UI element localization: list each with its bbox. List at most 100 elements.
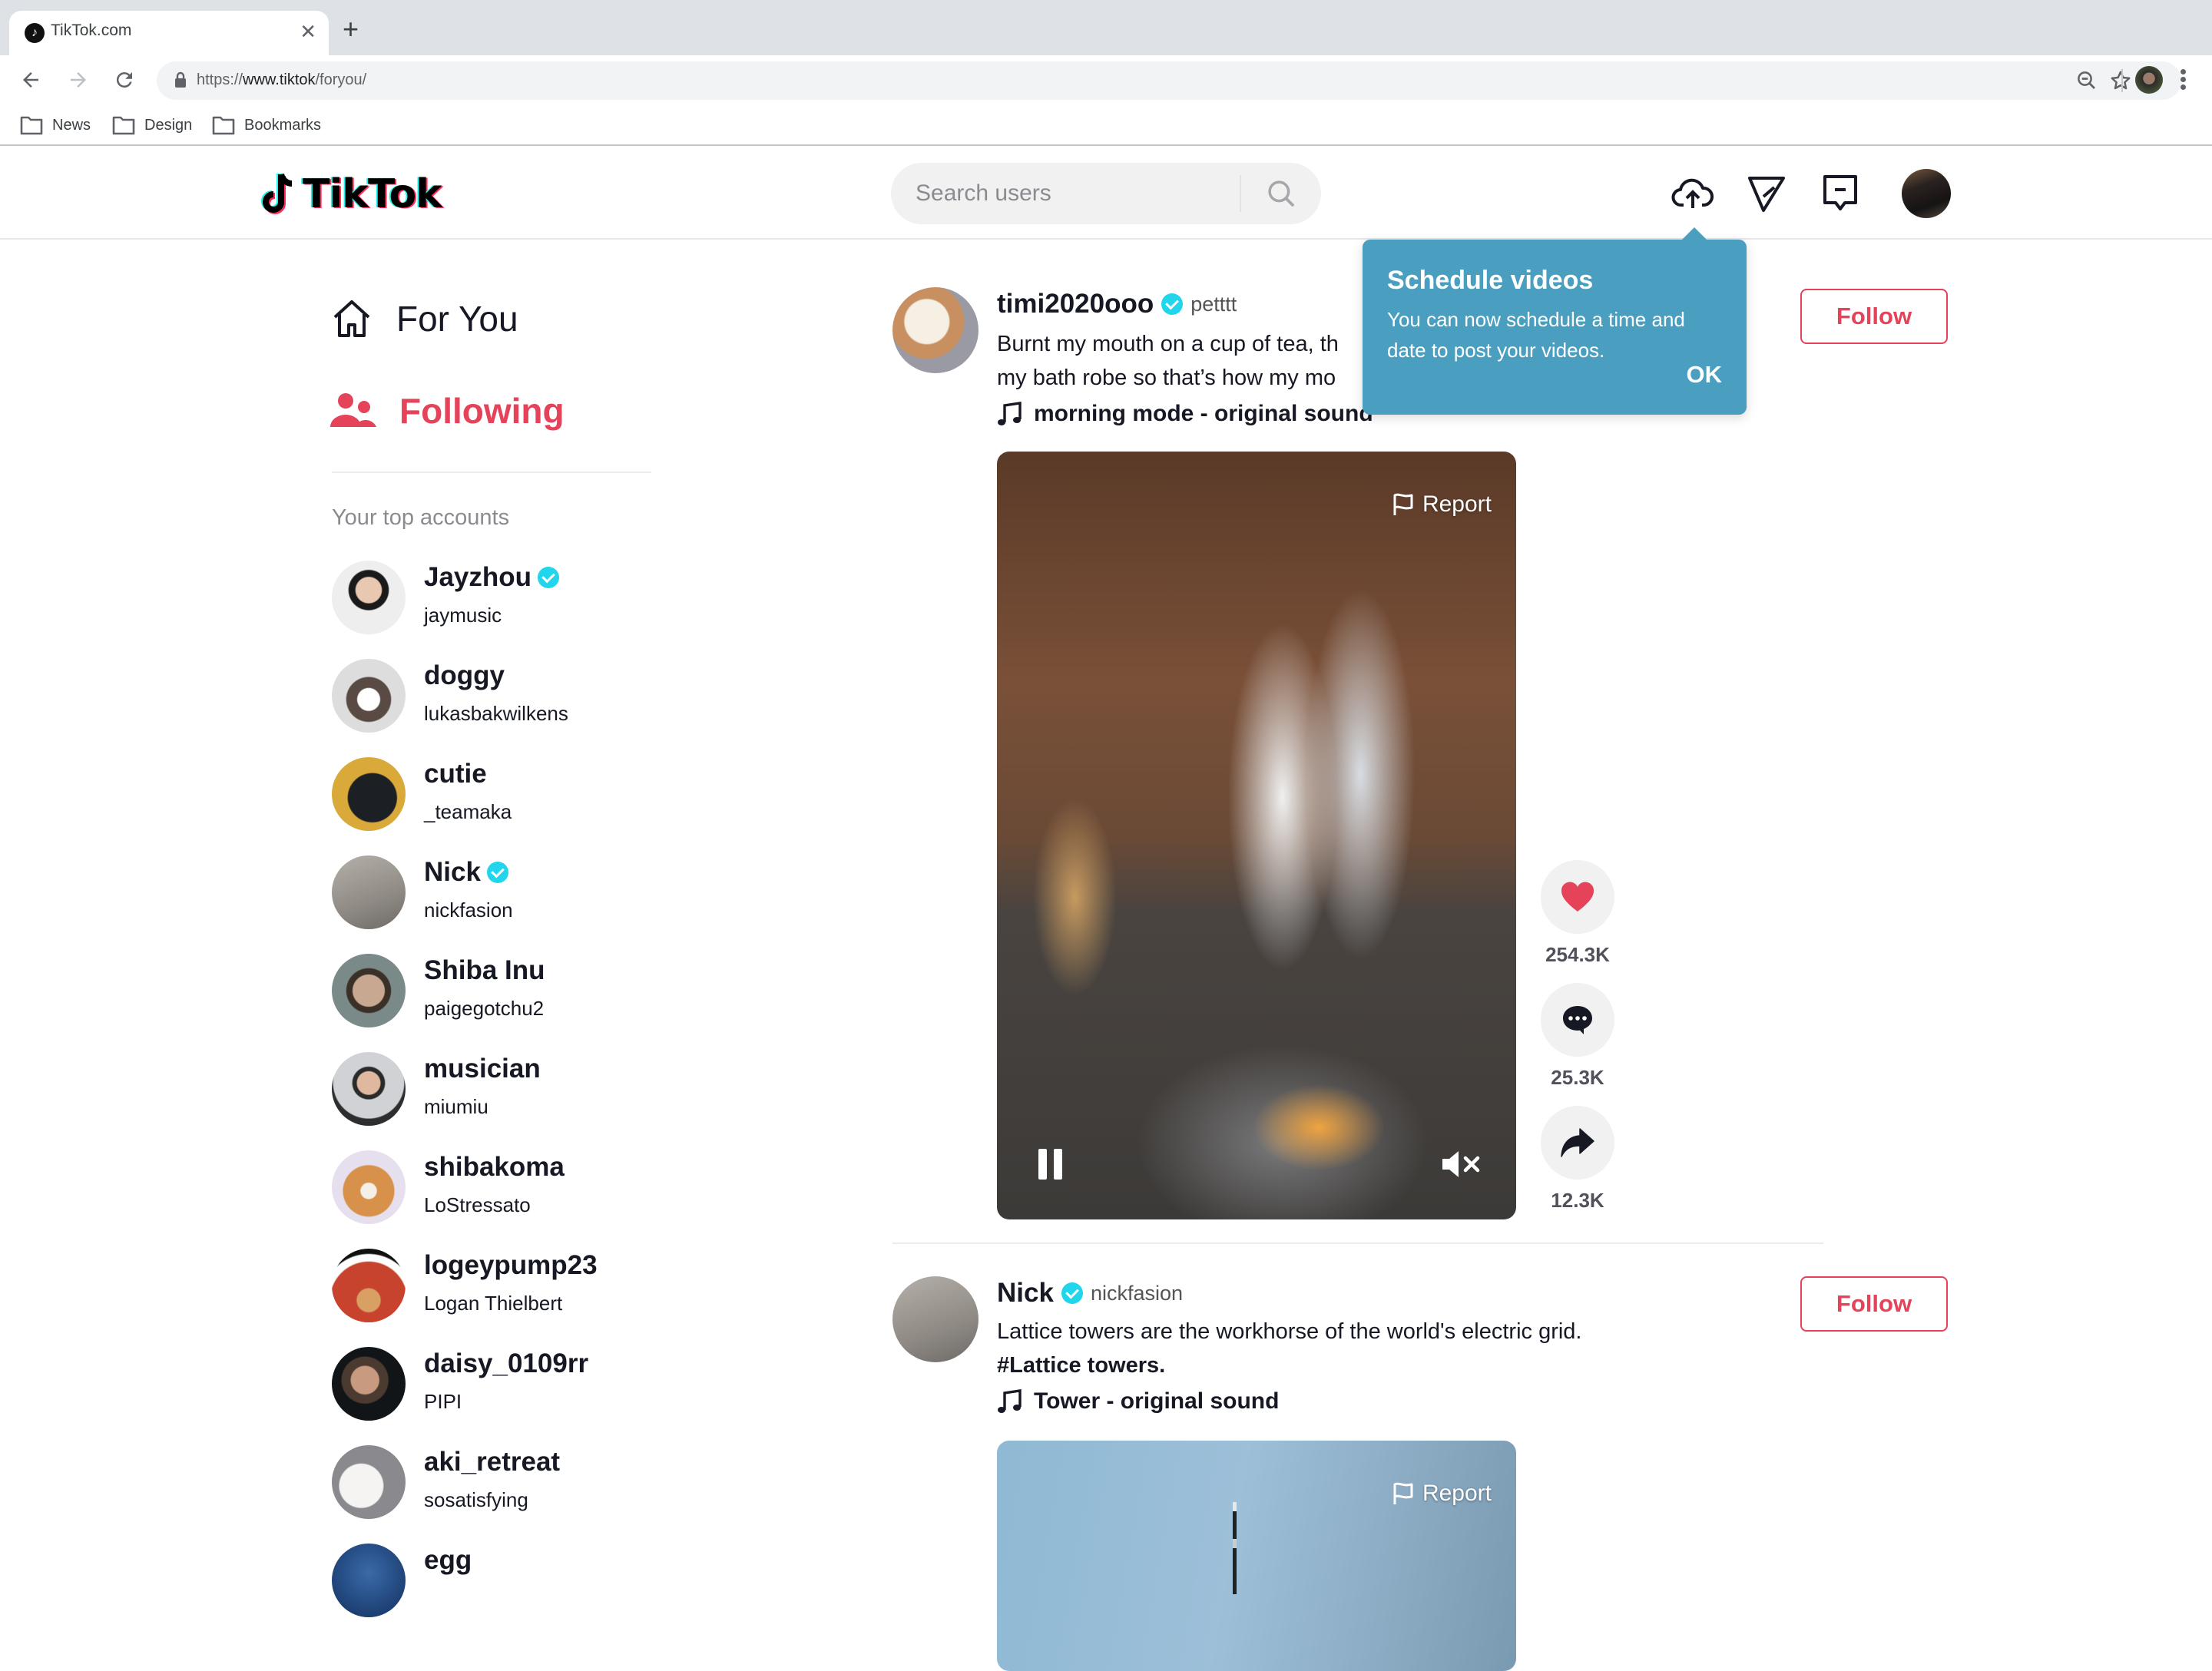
tooltip-body: You can now schedule a time and date to …	[1387, 308, 1685, 362]
tiktok-favicon-icon: ♪	[25, 23, 45, 43]
post-author-avatar[interactable]	[892, 1276, 979, 1362]
report-button[interactable]: Report	[1392, 1481, 1492, 1507]
post-handle[interactable]: petttt	[1190, 293, 1237, 316]
profile-avatar[interactable]	[1902, 169, 1951, 218]
account-item[interactable]: shibakoma LoStressato	[332, 1150, 654, 1227]
send-icon	[1748, 177, 1785, 212]
avatar	[332, 757, 406, 831]
avatar	[332, 659, 406, 733]
search-button[interactable]	[1252, 172, 1310, 215]
music-note-icon	[998, 1389, 1022, 1413]
video-player[interactable]: Report	[997, 1441, 1516, 1671]
like-count: 254.3K	[1545, 943, 1610, 966]
inbox-button[interactable]	[1817, 170, 1863, 217]
messages-button[interactable]	[1743, 170, 1790, 217]
avatar	[332, 1445, 406, 1519]
share-arrow-icon	[1561, 1128, 1594, 1157]
post-username[interactable]: timi2020ooo	[997, 289, 1154, 319]
toolbar-separator	[2121, 69, 2123, 92]
account-item[interactable]: Jayzhou jaymusic	[332, 561, 654, 637]
post-music-link[interactable]: morning mode - original sound	[997, 401, 1373, 427]
heart-icon	[1561, 882, 1594, 912]
share-action: 12.3K	[1541, 1106, 1614, 1213]
like-action: 254.3K	[1541, 860, 1614, 967]
post-header: timi2020ooo petttt	[997, 289, 1237, 319]
report-button[interactable]: Report	[1392, 491, 1492, 518]
avatar	[332, 561, 406, 634]
search-separator	[1240, 175, 1241, 212]
tab-close-icon[interactable]: ✕	[300, 20, 316, 43]
flag-icon	[1393, 493, 1413, 515]
verified-badge-icon	[486, 862, 508, 883]
sidebar-item-label: Following	[399, 391, 565, 431]
post-header: Nick nickfasion	[997, 1278, 1183, 1309]
reload-icon[interactable]	[108, 63, 141, 97]
hashtag-link[interactable]: #Lattice towers.	[997, 1348, 1581, 1382]
search-box	[891, 163, 1321, 224]
sidebar-item-for-you[interactable]: For You	[330, 298, 518, 339]
account-item[interactable]: daisy_0109rr PIPI	[332, 1347, 654, 1424]
bookmark-news[interactable]: News	[20, 115, 91, 135]
browser-menu-icon[interactable]	[2178, 68, 2187, 92]
post-username[interactable]: Nick	[997, 1278, 1054, 1309]
top-accounts-heading: Your top accounts	[332, 505, 510, 530]
new-tab-icon[interactable]: +	[343, 15, 359, 43]
follow-button[interactable]: Follow	[1800, 1276, 1948, 1332]
tooltip-title: Schedule videos	[1387, 266, 1594, 295]
verified-badge-icon	[1161, 293, 1184, 315]
tooltip-ok-button[interactable]: OK	[1687, 361, 1723, 389]
account-item[interactable]: egg	[332, 1544, 654, 1620]
post-caption: Lattice towers are the workhorse of the …	[997, 1315, 1581, 1382]
verified-badge-icon	[538, 567, 560, 588]
browser-tab[interactable]: ♪ TikTok.com ✕	[9, 11, 329, 55]
sidebar-item-following[interactable]: Following	[330, 390, 565, 432]
comment-icon	[1563, 1006, 1592, 1034]
post-music-link[interactable]: Tower - original sound	[997, 1388, 1279, 1415]
schedule-videos-tooltip: Schedule videos You can now schedule a t…	[1363, 227, 1747, 415]
post-handle[interactable]: nickfasion	[1091, 1282, 1183, 1305]
browser-profile-avatar[interactable]	[2135, 66, 2163, 94]
bookmark-design[interactable]: Design	[112, 115, 192, 135]
account-item[interactable]: logeypump23 Logan Thielbert	[332, 1249, 654, 1325]
share-button[interactable]	[1541, 1106, 1614, 1180]
users-icon	[330, 393, 376, 427]
account-item[interactable]: Shiba Inu paigegotchu2	[332, 954, 654, 1031]
avatar	[332, 855, 406, 929]
feed-divider	[892, 1242, 1823, 1244]
search-icon	[1268, 180, 1294, 207]
account-item[interactable]: aki_retreat sosatisfying	[332, 1445, 654, 1522]
like-button[interactable]	[1541, 860, 1614, 934]
sidebar-item-label: For You	[396, 299, 518, 339]
home-icon	[333, 300, 370, 337]
account-item[interactable]: Nick nickfasion	[332, 855, 654, 932]
account-item[interactable]: musician miumiu	[332, 1052, 654, 1129]
bookmark-star-icon[interactable]	[2109, 69, 2132, 92]
tiktok-logo[interactable]: TikTok	[261, 169, 442, 220]
tab-title: TikTok.com	[51, 22, 132, 39]
zoom-out-icon[interactable]	[2075, 69, 2098, 92]
browser-tab-strip: ♪ TikTok.com ✕ +	[0, 0, 2212, 55]
url-text: https://www.tiktok/foryou/	[197, 71, 367, 88]
video-player[interactable]: Report	[997, 452, 1516, 1219]
folder-icon	[20, 116, 43, 135]
search-input[interactable]	[916, 177, 1253, 210]
mute-icon[interactable]	[1441, 1149, 1482, 1180]
avatar	[332, 1249, 406, 1322]
sidebar-divider	[332, 472, 651, 473]
bookmark-bookmarks[interactable]: Bookmarks	[212, 115, 321, 135]
lock-icon	[175, 71, 186, 88]
avatar	[332, 1052, 406, 1126]
upload-button[interactable]	[1670, 170, 1716, 217]
back-icon[interactable]	[14, 63, 48, 97]
address-bar[interactable]: https://www.tiktok/foryou/	[157, 61, 2181, 100]
tower-mast	[1233, 1502, 1237, 1594]
account-item[interactable]: doggy lukasbakwilkens	[332, 659, 654, 736]
comment-button[interactable]	[1541, 983, 1614, 1057]
folder-icon	[212, 116, 235, 135]
forward-icon[interactable]	[61, 63, 95, 97]
account-item[interactable]: cutie _teamaka	[332, 757, 654, 834]
post-author-avatar[interactable]	[892, 287, 979, 373]
music-note-icon	[998, 402, 1022, 425]
follow-button[interactable]: Follow	[1800, 289, 1948, 344]
pause-icon[interactable]	[1035, 1149, 1066, 1180]
